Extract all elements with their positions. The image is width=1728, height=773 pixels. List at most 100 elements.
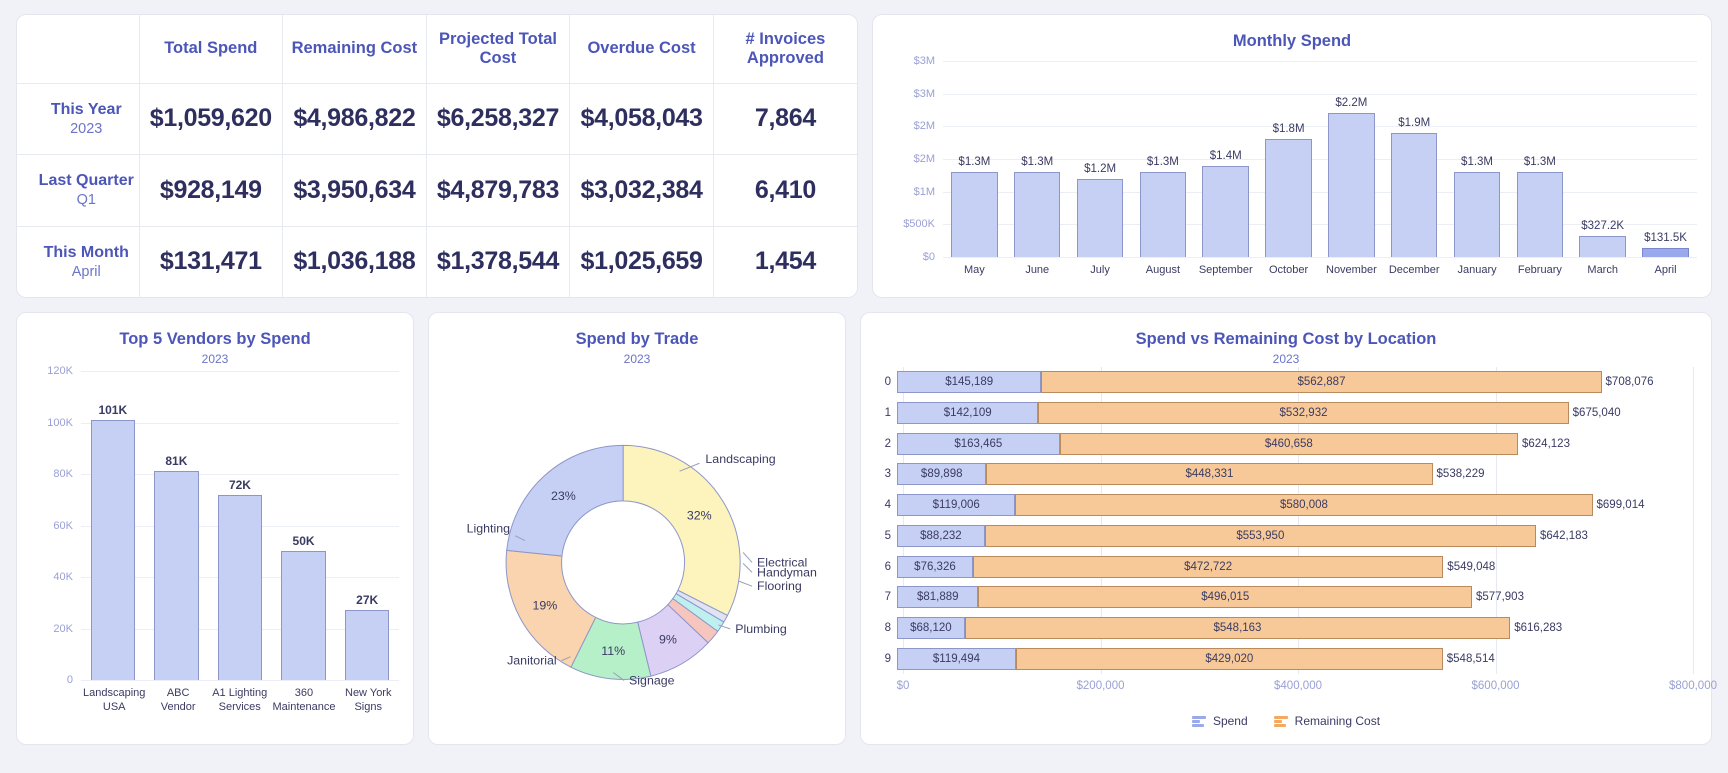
bar-segment-remaining-cost[interactable]: $548,163 bbox=[964, 616, 1511, 639]
list-item[interactable]: 3 $89,898 $448,331 $538,229 bbox=[879, 459, 1693, 490]
list-item[interactable]: 9 $119,494 $429,020 $548,514 bbox=[879, 643, 1693, 674]
x-tick-label: December bbox=[1388, 264, 1440, 276]
bar[interactable]: $1.4M bbox=[1202, 150, 1249, 257]
bar-segment-remaining-cost[interactable]: $532,932 bbox=[1038, 402, 1569, 425]
kpi-cell-overdue-cost: $1,025,659 bbox=[569, 226, 714, 297]
list-item[interactable]: 1 $142,109 $532,932 $675,040 bbox=[879, 398, 1693, 429]
kpi-cell-total-spend: $1,059,620 bbox=[139, 83, 284, 156]
bar-segment-remaining-cost[interactable]: $448,331 bbox=[986, 463, 1433, 486]
bar-column[interactable]: $1.3M bbox=[1446, 61, 1509, 257]
location-index-label: 1 bbox=[884, 407, 891, 420]
list-item[interactable]: 0 $145,189 $562,887 $708,076 bbox=[879, 367, 1693, 398]
donut-leader-line bbox=[742, 563, 753, 573]
bar[interactable]: $1.3M bbox=[1014, 156, 1061, 257]
location-index-label: 3 bbox=[884, 468, 891, 481]
bar-segment-spend[interactable]: $119,006 bbox=[897, 494, 1016, 517]
list-item[interactable]: 8 $68,120 $548,163 $616,283 bbox=[879, 613, 1693, 644]
donut-percent-label: 11% bbox=[601, 644, 625, 658]
x-tick-label: June bbox=[1025, 264, 1050, 276]
bar[interactable]: 27K bbox=[344, 593, 390, 680]
legend-item-spend: Spend bbox=[1191, 714, 1248, 728]
bar[interactable]: $327.2K bbox=[1579, 220, 1626, 257]
bar-segment-remaining-cost[interactable]: $562,887 bbox=[1041, 371, 1602, 394]
bar[interactable]: $2.2M bbox=[1328, 97, 1375, 257]
bar-column[interactable]: $1.2M bbox=[1069, 61, 1132, 257]
bar[interactable]: $1.2M bbox=[1076, 163, 1124, 257]
bar-total-label: $624,123 bbox=[1522, 437, 1570, 450]
kpi-table: Total Spend Remaining Cost Projected Tot… bbox=[17, 15, 857, 297]
list-item[interactable]: 2 $163,465 $460,658 $624,123 bbox=[879, 428, 1693, 459]
bar-segment-remaining-cost[interactable]: $496,015 bbox=[978, 586, 1472, 609]
bar-column[interactable]: $327.2K bbox=[1571, 61, 1634, 257]
bottom-row: Top 5 Vendors by Spend 2023 120K 100K 80K 6… bbox=[16, 312, 1717, 745]
monthly-spend-card: Monthly Spend $3M $3M $2M $2M $1M $500K $0 $1.… bbox=[872, 14, 1712, 298]
kpi-row-subtitle: April bbox=[71, 263, 101, 280]
bar-column[interactable]: $2.2M bbox=[1320, 61, 1383, 257]
bar[interactable]: 81K bbox=[154, 454, 199, 680]
bar[interactable]: $1.3M bbox=[1139, 156, 1187, 257]
bar[interactable]: 101K bbox=[90, 403, 136, 680]
stacked-bar-track: $119,006 $580,008 $699,014 bbox=[897, 494, 1693, 517]
bar-total-label: $675,040 bbox=[1572, 407, 1621, 420]
list-item[interactable]: 7 $81,889 $496,015 $577,903 bbox=[879, 582, 1693, 613]
bar-column[interactable]: $1.3M bbox=[943, 61, 1006, 257]
bar-value-label: $1.3M bbox=[1523, 156, 1556, 169]
x-tick-label: A1 Lighting Services bbox=[212, 687, 268, 713]
bar-segment-spend[interactable]: $145,189 bbox=[897, 371, 1042, 394]
bar-column[interactable]: $1.9M bbox=[1383, 61, 1446, 257]
bar-column[interactable]: $1.3M bbox=[1508, 61, 1571, 257]
list-item[interactable]: 5 $88,232 $553,950 $642,183 bbox=[879, 521, 1693, 552]
bar-column[interactable]: 101K bbox=[81, 371, 145, 680]
bar[interactable]: 50K bbox=[281, 534, 326, 680]
kpi-summary-card: Total Spend Remaining Cost Projected Tot… bbox=[16, 14, 858, 298]
bar-segment-remaining-cost[interactable]: $429,020 bbox=[1015, 647, 1443, 670]
bar[interactable]: $1.3M bbox=[1453, 156, 1501, 257]
bar-column[interactable]: 81K bbox=[145, 371, 209, 680]
bar-value-label: 50K bbox=[292, 534, 315, 549]
x-tick-label: September bbox=[1198, 264, 1253, 276]
bar[interactable]: 72K bbox=[217, 478, 263, 680]
bar-column[interactable]: $1.3M bbox=[1006, 61, 1069, 257]
stacked-bar-track: $88,232 $553,950 $642,183 bbox=[897, 524, 1693, 547]
bar-column[interactable]: 50K bbox=[272, 371, 336, 680]
kpi-cell-invoices-approved: 6,410 bbox=[713, 154, 857, 227]
location-index-label: 0 bbox=[884, 376, 891, 389]
list-item[interactable]: 6 $76,326 $472,722 $549,048 bbox=[879, 551, 1693, 582]
bar[interactable]: $1.9M bbox=[1390, 117, 1438, 257]
bar-segment-remaining-cost[interactable]: $460,658 bbox=[1059, 432, 1518, 455]
bar-segment-spend[interactable]: $76,326 bbox=[897, 555, 973, 578]
bar-column[interactable]: $131.5K bbox=[1634, 61, 1697, 257]
kpi-row-subtitle: Q1 bbox=[76, 192, 96, 209]
bar-segment-spend[interactable]: $142,109 bbox=[897, 402, 1039, 425]
bar-segment-remaining-cost[interactable]: $472,722 bbox=[972, 555, 1444, 578]
donut-category-label: Janitorial bbox=[507, 654, 557, 668]
spend-by-trade-donut: 32% 9% 11% 19% 23% Landscaping Electrical Handy… bbox=[429, 369, 845, 736]
bar-column[interactable]: 27K bbox=[335, 371, 399, 680]
bar-column[interactable]: $1.8M bbox=[1257, 61, 1320, 257]
bar-column[interactable]: $1.4M bbox=[1194, 61, 1257, 257]
monthly-spend-bars: $1.3M $1.3M $1.2M $1.3M $1.4M $1.8M $2.2M $1.9M… bbox=[943, 61, 1697, 257]
bar-total-label: $642,183 bbox=[1539, 529, 1588, 542]
bar-segment-spend[interactable]: $119,494 bbox=[897, 647, 1016, 670]
bar-segment-remaining-cost[interactable]: $553,950 bbox=[984, 524, 1536, 547]
bar-column[interactable]: 72K bbox=[208, 371, 272, 680]
bar-segment-spend[interactable]: $163,465 bbox=[897, 432, 1060, 455]
x-tick-label: April bbox=[1654, 264, 1677, 276]
bar[interactable]: $1.3M bbox=[951, 156, 998, 257]
list-item[interactable]: 4 $119,006 $580,008 $699,014 bbox=[879, 490, 1693, 521]
bar-segment-spend[interactable]: $81,889 bbox=[897, 586, 979, 609]
bar-segment-remaining-cost[interactable]: $580,008 bbox=[1015, 494, 1593, 517]
y-tick-label: 0 bbox=[66, 674, 73, 686]
legend-label: Spend bbox=[1212, 714, 1248, 728]
bar[interactable]: $131.5K bbox=[1642, 232, 1689, 257]
bar-segment-spend[interactable]: $89,898 bbox=[897, 463, 987, 486]
kpi-row-title: This Year bbox=[50, 100, 122, 118]
bar[interactable]: $1.8M bbox=[1265, 123, 1312, 257]
bar-segment-spend[interactable]: $88,232 bbox=[897, 524, 985, 547]
monthly-spend-title: Monthly Spend bbox=[1232, 32, 1352, 50]
bar[interactable]: $1.3M bbox=[1516, 156, 1564, 257]
bar-segment-spend[interactable]: $68,120 bbox=[897, 616, 965, 639]
donut-category-label: Lighting bbox=[467, 522, 510, 536]
bar-column[interactable]: $1.3M bbox=[1131, 61, 1194, 257]
top-row: Total Spend Remaining Cost Projected Tot… bbox=[16, 14, 1712, 298]
